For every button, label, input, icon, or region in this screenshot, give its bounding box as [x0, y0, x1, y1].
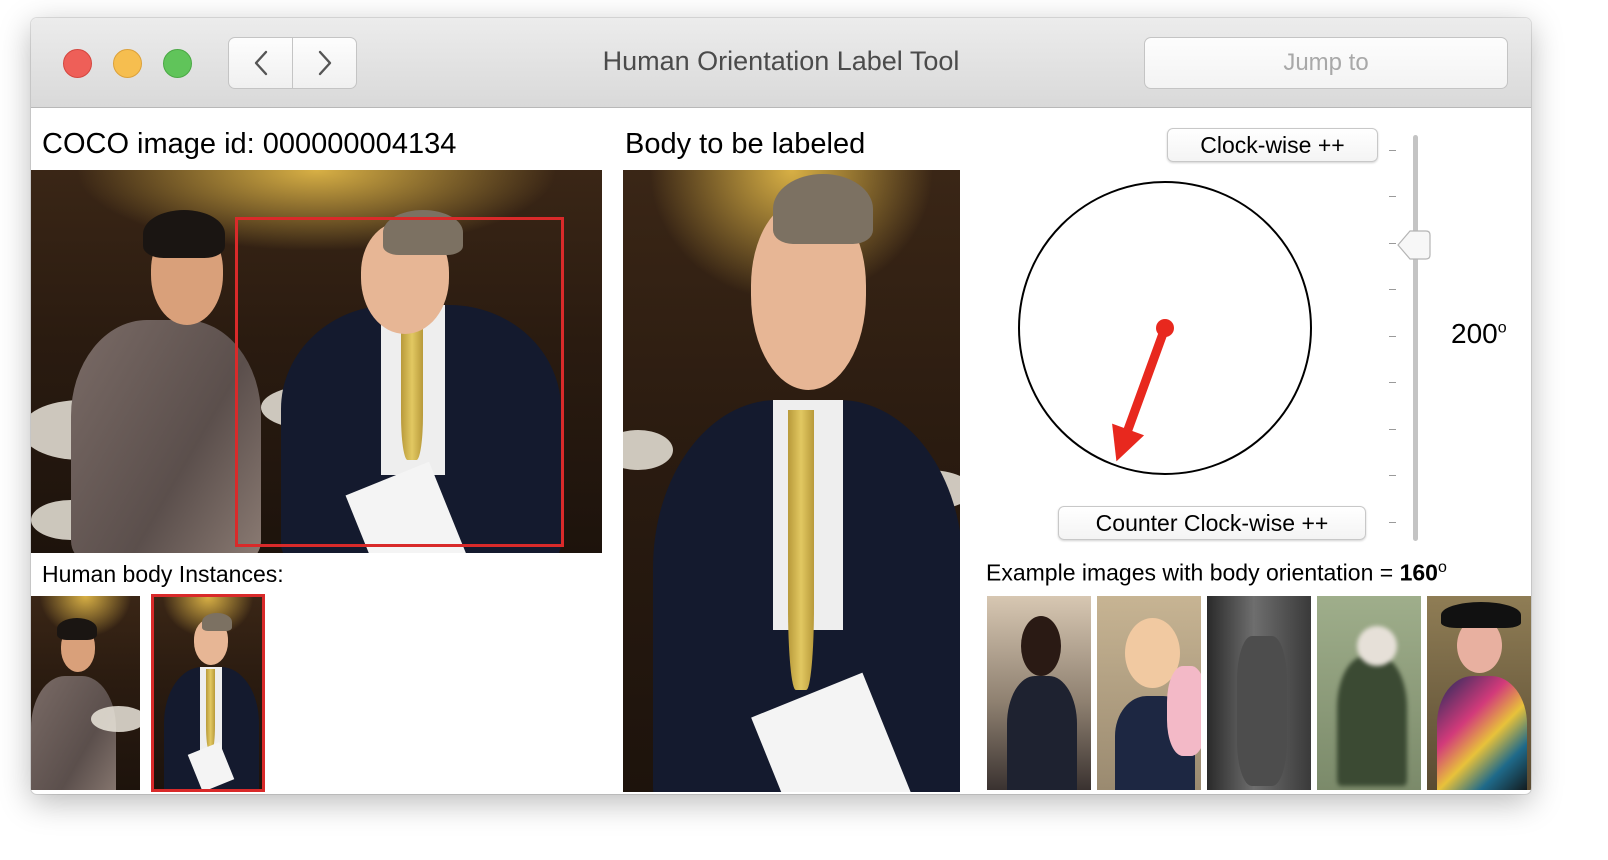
clockwise-button[interactable]: Clock-wise ++	[1167, 128, 1378, 162]
instance-thumbnail-2-selected[interactable]	[151, 594, 265, 792]
title-bar: Human Orientation Label Tool Jump to	[31, 18, 1531, 108]
coco-image-id-label: COCO image id: 000000004134	[42, 128, 457, 160]
orientation-degree-readout: 200o	[1451, 318, 1507, 350]
app-window: Human Orientation Label Tool Jump to COC…	[31, 18, 1531, 794]
example-orientation-value: 160	[1399, 559, 1438, 586]
orientation-dial[interactable]	[1015, 178, 1315, 478]
orientation-slider-track[interactable]	[1413, 135, 1418, 541]
body-crop-image	[623, 170, 960, 792]
jump-to-button[interactable]: Jump to	[1144, 37, 1508, 89]
degree-unit: o	[1497, 319, 1507, 337]
example-image-4	[1317, 596, 1421, 790]
counter-clockwise-button[interactable]: Counter Clock-wise ++	[1058, 506, 1366, 540]
selected-body-box	[235, 217, 564, 547]
example-orientation-unit: o	[1437, 559, 1447, 576]
body-to-be-labeled-title: Body to be labeled	[625, 128, 866, 160]
degree-value: 200	[1451, 318, 1498, 349]
screen: Human Orientation Label Tool Jump to COC…	[0, 0, 1608, 860]
examples-label: Example images with body orientation = 1…	[986, 559, 1447, 586]
example-image-2	[1097, 596, 1201, 790]
coco-image	[31, 170, 602, 553]
orientation-slider-knob[interactable]	[1396, 228, 1432, 262]
example-image-5	[1427, 596, 1531, 790]
instances-label: Human body Instances:	[42, 561, 284, 587]
example-image-1	[987, 596, 1091, 790]
instance-thumbnail-1[interactable]	[31, 596, 140, 790]
example-image-3	[1207, 596, 1311, 790]
